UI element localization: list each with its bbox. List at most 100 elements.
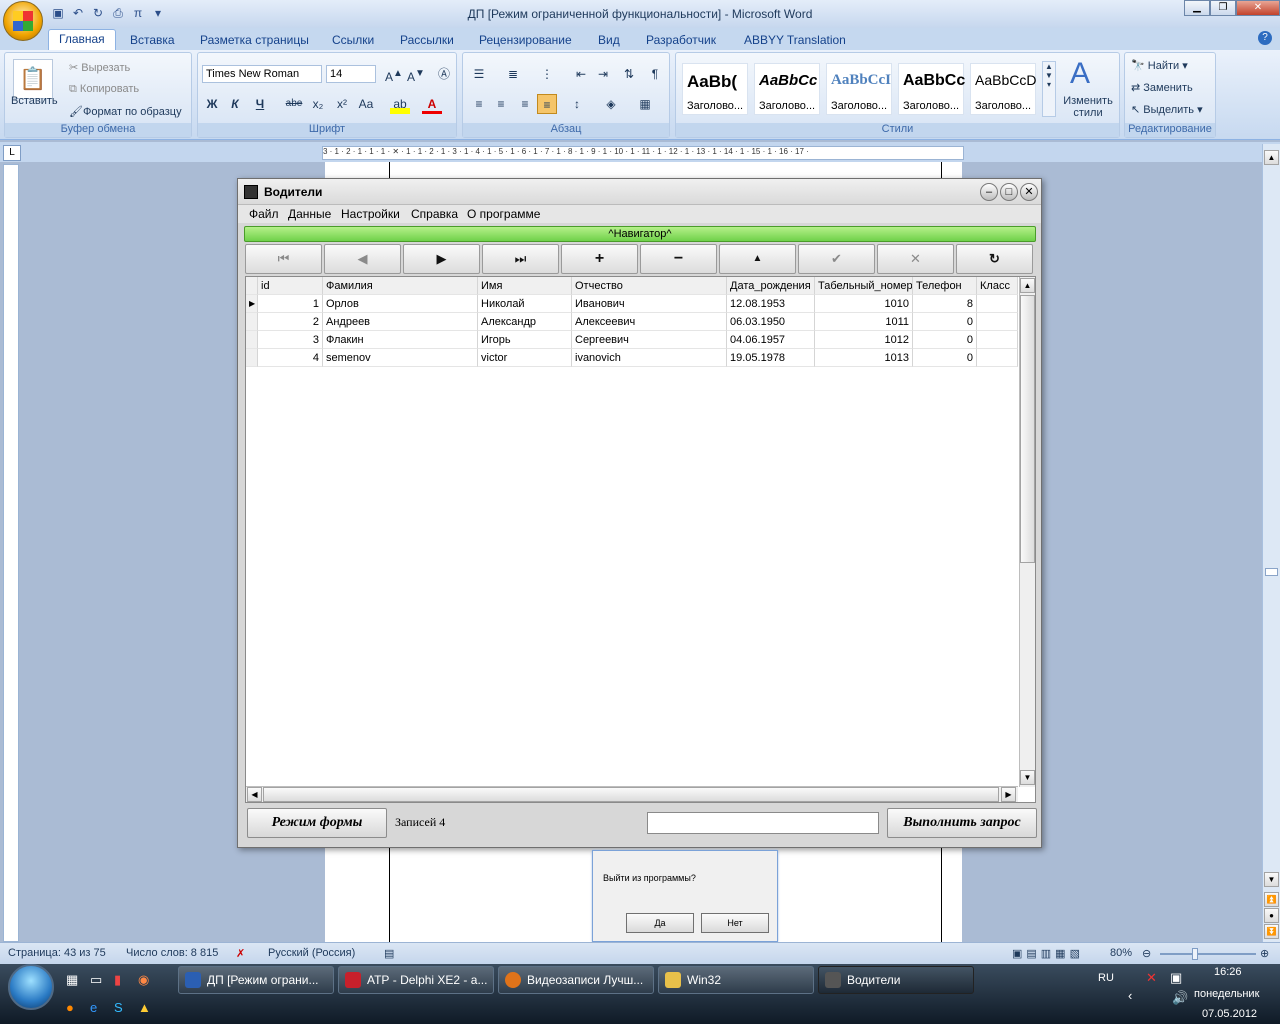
multilevel-list-icon[interactable]: ⋮ xyxy=(537,64,557,84)
cell-id[interactable]: 3 xyxy=(258,331,323,349)
format-painter-button[interactable]: 🖌Формат по образцу xyxy=(69,105,182,118)
nav-prior-button[interactable]: ◀ xyxy=(324,244,401,274)
align-center-icon[interactable]: ≡ xyxy=(491,94,511,114)
cell-name[interactable]: Александр xyxy=(478,313,572,331)
grid-scroll-down-arrow[interactable]: ▼ xyxy=(1020,770,1035,785)
bold-button[interactable]: Ж xyxy=(202,94,222,114)
cell-id[interactable]: 1 xyxy=(258,295,323,313)
change-styles-button[interactable]: Изменить стили xyxy=(1060,95,1116,119)
start-button[interactable] xyxy=(8,964,54,1010)
style-heading-1[interactable]: AaBb(Заголово... xyxy=(682,63,748,115)
grid-horizontal-scrollbar[interactable]: ◀ ▶ xyxy=(246,786,1018,802)
cell-name[interactable]: Николай xyxy=(478,295,572,313)
scroll-down-arrow[interactable]: ▼ xyxy=(1264,872,1279,887)
decrease-indent-icon[interactable]: ⇤ xyxy=(571,64,591,84)
no-button[interactable]: Нет xyxy=(701,913,769,933)
cell-surname[interactable]: Андреев xyxy=(323,313,478,331)
spellcheck-icon[interactable]: ✗ xyxy=(236,947,245,960)
office-button[interactable] xyxy=(3,1,43,41)
cell-tab-number[interactable]: 1013 xyxy=(815,349,913,367)
tab-abbyy-translation[interactable]: ABBYY Translation xyxy=(744,31,846,50)
taskbar-button-drivers[interactable]: Водители xyxy=(818,966,974,994)
menu-help[interactable]: Справка xyxy=(411,207,458,221)
font-color-icon[interactable]: A xyxy=(422,94,442,114)
nav-last-button[interactable]: ⏭ xyxy=(482,244,559,274)
paste-button[interactable]: Вставить xyxy=(11,95,58,107)
clock-day[interactable]: понедельник xyxy=(1194,988,1259,1000)
cell-class[interactable] xyxy=(977,331,1018,349)
quicklaunch-app-icon[interactable]: ▮ xyxy=(114,972,121,988)
subscript-button[interactable]: x₂ xyxy=(308,94,328,114)
superscript-button[interactable]: x² xyxy=(332,94,352,114)
page-indicator[interactable]: Страница: 43 из 75 xyxy=(8,947,106,959)
nav-first-button[interactable]: ⏮ xyxy=(245,244,322,274)
zoom-out-icon[interactable]: ⊖ xyxy=(1142,947,1151,960)
cell-tab-number[interactable]: 1010 xyxy=(815,295,913,313)
cell-birthdate[interactable]: 06.03.1950 xyxy=(727,313,815,331)
tab-mailings[interactable]: Рассылки xyxy=(400,31,454,50)
volume-icon[interactable]: 🔊 xyxy=(1172,990,1188,1006)
scroll-thumb[interactable] xyxy=(1265,568,1278,576)
grid-vscroll-thumb[interactable] xyxy=(1020,295,1035,563)
view-buttons-icon[interactable]: ▣▤▥▦▧ xyxy=(1012,947,1084,960)
tab-insert[interactable]: Вставка xyxy=(130,31,175,50)
find-button[interactable]: 🔭 Найти ▾ xyxy=(1131,59,1188,72)
run-query-button[interactable]: Выполнить запрос xyxy=(887,808,1037,838)
align-left-icon[interactable]: ≡ xyxy=(469,94,489,114)
strikethrough-button[interactable]: abe xyxy=(284,94,304,114)
italic-button[interactable]: К xyxy=(225,94,245,114)
grow-font-icon[interactable]: A▲ xyxy=(384,64,404,84)
justify-icon[interactable]: ≡ xyxy=(537,94,557,114)
show-marks-icon[interactable]: ¶ xyxy=(645,64,665,84)
quicklaunch-monitor-icon[interactable]: ▭ xyxy=(90,972,102,988)
cell-patronymic[interactable]: Алексеевич xyxy=(572,313,727,331)
macro-icon[interactable]: ▤ xyxy=(384,947,394,960)
tab-view[interactable]: Вид xyxy=(598,31,620,50)
cell-id[interactable]: 2 xyxy=(258,313,323,331)
nav-cancel-button[interactable]: ✕ xyxy=(877,244,954,274)
style-heading-4[interactable]: AaBbCc Заголово... xyxy=(898,63,965,115)
show-hidden-icons[interactable]: ‹ xyxy=(1128,988,1132,1003)
app-close-button[interactable]: ✕ xyxy=(1020,183,1038,201)
column-header-patronymic[interactable]: Отчество xyxy=(572,277,727,295)
nav-insert-button[interactable]: + xyxy=(561,244,638,274)
tab-references[interactable]: Ссылки xyxy=(332,31,374,50)
column-header-class[interactable]: Класс xyxy=(977,277,1018,295)
quicklaunch-firefox-icon[interactable]: ● xyxy=(66,1000,74,1015)
browse-object-icon[interactable]: ● xyxy=(1264,908,1279,923)
grid-scroll-left-arrow[interactable]: ◀ xyxy=(247,787,262,802)
menu-file[interactable]: Файл xyxy=(249,207,279,221)
highlight-icon[interactable]: ab xyxy=(390,94,410,114)
grid-scroll-up-arrow[interactable]: ▲ xyxy=(1020,278,1035,293)
shrink-font-icon[interactable]: A▼ xyxy=(406,64,426,84)
language-bar[interactable]: RU xyxy=(1098,972,1114,984)
prev-page-icon[interactable]: ⏫ xyxy=(1264,892,1279,907)
yes-button[interactable]: Да xyxy=(626,913,694,933)
nav-edit-button[interactable]: ▲ xyxy=(719,244,796,274)
tab-page-layout[interactable]: Разметка страницы xyxy=(200,31,309,50)
menu-about[interactable]: О программе xyxy=(467,207,540,221)
shading-icon[interactable]: ◈ xyxy=(601,94,621,114)
zoom-in-icon[interactable]: ⊕ xyxy=(1260,947,1269,960)
column-header-id[interactable]: id xyxy=(258,277,323,295)
font-name-combo[interactable]: Times New Roman xyxy=(202,65,322,83)
word-count[interactable]: Число слов: 8 815 xyxy=(126,947,218,959)
nav-refresh-button[interactable]: ↻ xyxy=(956,244,1033,274)
taskbar-button-firefox[interactable]: Видеозаписи Лучш... xyxy=(498,966,654,994)
tray-network-icon[interactable]: ✕ xyxy=(1146,970,1157,986)
column-header-surname[interactable]: Фамилия xyxy=(323,277,478,295)
taskbar-button-word[interactable]: ДП [Режим ограни... xyxy=(178,966,334,994)
cell-phone[interactable]: 0 xyxy=(913,313,977,331)
cell-phone[interactable]: 0 xyxy=(913,331,977,349)
quicklaunch-game-icon[interactable]: ◉ xyxy=(138,972,149,988)
cut-button[interactable]: ✂ Вырезать xyxy=(69,61,130,74)
borders-icon[interactable]: ▦ xyxy=(635,94,655,114)
minimize-button[interactable]: ▁ xyxy=(1184,0,1210,16)
increase-indent-icon[interactable]: ⇥ xyxy=(593,64,613,84)
nav-next-button[interactable]: ▶ xyxy=(403,244,480,274)
underline-button[interactable]: Ч xyxy=(250,94,270,114)
app-maximize-button[interactable]: □ xyxy=(1000,183,1018,201)
column-header-tab-number[interactable]: Табельный_номер xyxy=(815,277,913,295)
cell-birthdate[interactable]: 19.05.1978 xyxy=(727,349,815,367)
tab-review[interactable]: Рецензирование xyxy=(479,31,572,50)
